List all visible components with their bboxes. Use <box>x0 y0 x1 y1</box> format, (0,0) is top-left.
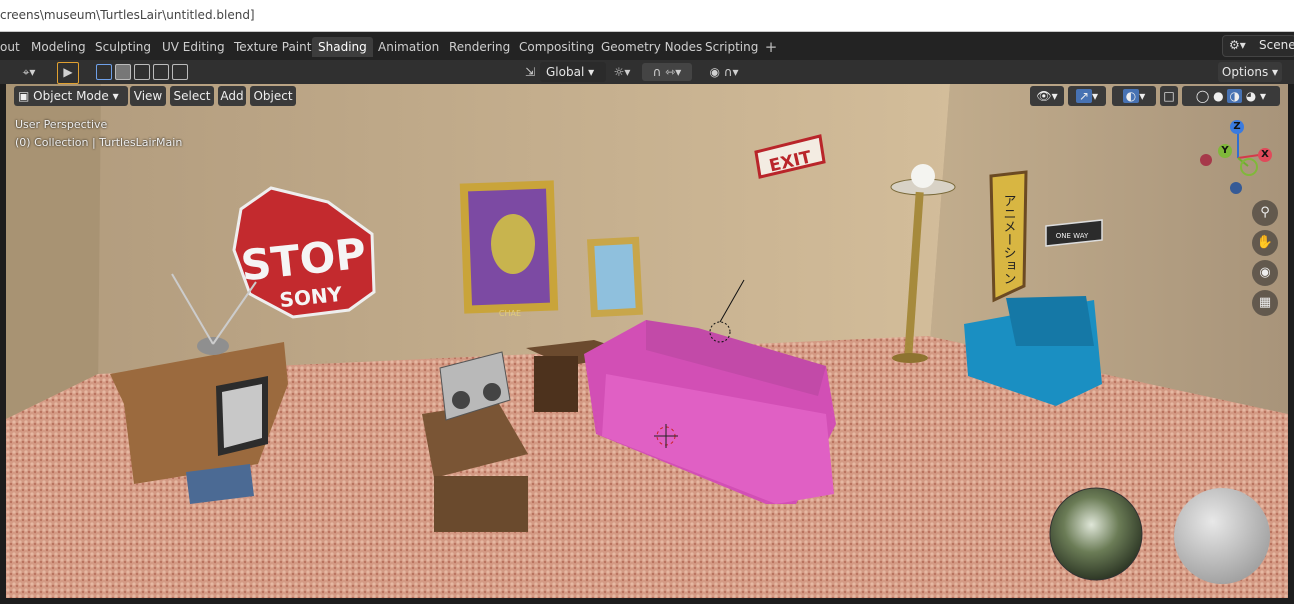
snap-icon[interactable]: ∩ ⇿▾ <box>642 63 692 81</box>
zoom-icon[interactable]: ⚲ <box>1252 200 1278 226</box>
scene-render: STOP SONY CHAE EXIT アニメーション ONE WAY <box>6 84 1288 598</box>
editor-type-icon[interactable]: ⌖▾ <box>14 63 44 81</box>
transform-orientation-dropdown[interactable]: Global ▾ <box>540 62 606 82</box>
visibility-toggle-icon[interactable]: 👁▾ <box>1030 86 1064 106</box>
mirror-glass <box>594 244 636 310</box>
left-wall <box>6 84 101 419</box>
tab-uv-editing[interactable]: UV Editing <box>156 37 231 57</box>
object-mode-icon: ▣ <box>18 89 30 103</box>
scene-icon: ⚙▾ <box>1229 38 1246 52</box>
select-subtract-icon[interactable] <box>134 64 150 80</box>
tv-screen-glass <box>222 384 262 448</box>
tab-texture-paint[interactable]: Texture Paint <box>228 37 317 57</box>
lamp-bulb <box>911 164 935 188</box>
select-intersect-icon[interactable] <box>172 64 188 80</box>
gizmo-neg-x-axis[interactable] <box>1200 154 1212 166</box>
collection-label: (0) Collection | TurtlesLairMain <box>15 136 183 149</box>
orientation-value: Global <box>546 65 585 79</box>
armchair-back <box>1006 296 1094 346</box>
tool-settings-bar: ⌖▾ ▶ ⇲ Global ▾ ☼▾ ∩ ⇿▾ ◉ ∩▾ Options ▾ <box>0 60 1294 84</box>
file-path: creens\museum\TurtlesLair\untitled.blend… <box>0 8 255 22</box>
menu-object[interactable]: Object <box>250 86 296 106</box>
object-mode-dropdown[interactable]: ▣ Object Mode ▾ <box>14 86 128 106</box>
menu-view[interactable]: View <box>130 86 166 106</box>
navigation-gizmo[interactable]: Z X Y <box>1196 118 1278 200</box>
gizmo-neg-y-axis[interactable] <box>1240 158 1258 176</box>
boombox-speaker-left <box>452 391 470 409</box>
poster-caption: CHAE <box>499 309 521 318</box>
lamp-base <box>892 353 928 363</box>
tab-shading[interactable]: Shading <box>312 37 373 57</box>
overlays-toggle-icon[interactable]: ◐ ▾ <box>1112 86 1156 106</box>
camera-view-icon[interactable]: ◉ <box>1252 260 1278 286</box>
tab-sculpting[interactable]: Sculpting <box>89 37 157 57</box>
studio-preview-sphere <box>1174 488 1270 584</box>
transform-orientation-icon: ⇲ <box>524 65 536 79</box>
perspective-label: User Perspective <box>15 118 108 131</box>
select-invert-icon[interactable] <box>153 64 169 80</box>
tab-layout[interactable]: out <box>0 37 26 57</box>
scene-label: Scene <box>1259 38 1294 52</box>
options-label: Options <box>1221 65 1269 79</box>
scene-selector[interactable]: ⚙▾ Scene <box>1222 35 1294 57</box>
options-dropdown[interactable]: Options ▾ <box>1218 62 1282 82</box>
tab-geometry-nodes[interactable]: Geometry Nodes <box>595 37 708 57</box>
add-workspace-button[interactable]: + <box>762 37 780 57</box>
select-new-icon[interactable] <box>96 64 112 80</box>
menu-add[interactable]: Add <box>218 86 246 106</box>
select-extend-icon[interactable] <box>115 64 131 80</box>
tab-scripting[interactable]: Scripting <box>699 37 764 57</box>
gizmo-toggle-icon[interactable]: ↗ ▾ <box>1068 86 1106 106</box>
menu-select[interactable]: Select <box>170 86 214 106</box>
proportional-edit-icon[interactable]: ◉ ∩▾ <box>700 63 748 81</box>
shading-mode-icons[interactable]: ◯ ● ◑ ◕ ▾ <box>1182 86 1280 106</box>
gizmo-z-axis[interactable]: Z <box>1230 120 1244 134</box>
side-table-body <box>534 356 578 412</box>
one-way-text: ONE WAY <box>1056 232 1089 240</box>
tab-modeling[interactable]: Modeling <box>25 37 92 57</box>
workspace-tab-bar: out Modeling Sculpting UV Editing Textur… <box>0 32 1294 60</box>
object-mode-label: Object Mode <box>33 89 109 103</box>
3d-viewport[interactable]: STOP SONY CHAE EXIT アニメーション ONE WAY ▣ Ob… <box>6 84 1288 598</box>
ortho-grid-icon[interactable]: ▦ <box>1252 290 1278 316</box>
xray-toggle-icon[interactable]: □ <box>1160 86 1178 106</box>
gizmo-neg-z-axis[interactable] <box>1230 182 1242 194</box>
tv-antenna-base <box>197 337 229 355</box>
poster-character <box>491 214 535 274</box>
coffee-table-body <box>434 476 528 532</box>
pan-hand-icon[interactable]: ✋ <box>1252 230 1278 256</box>
gizmo-x-axis[interactable]: X <box>1258 148 1272 162</box>
select-tool-icon[interactable]: ▶ <box>57 62 79 84</box>
banner-text: アニメーション <box>1001 194 1016 285</box>
gizmo-y-axis[interactable]: Y <box>1218 144 1232 158</box>
tab-rendering[interactable]: Rendering <box>443 37 516 57</box>
pivot-point-icon[interactable]: ☼▾ <box>608 63 636 81</box>
window-title-bar: creens\museum\TurtlesLair\untitled.blend… <box>0 0 1294 32</box>
hdri-preview-sphere <box>1049 487 1143 581</box>
boombox-speaker-right <box>483 383 501 401</box>
tab-animation[interactable]: Animation <box>372 37 445 57</box>
tab-compositing[interactable]: Compositing <box>513 37 600 57</box>
